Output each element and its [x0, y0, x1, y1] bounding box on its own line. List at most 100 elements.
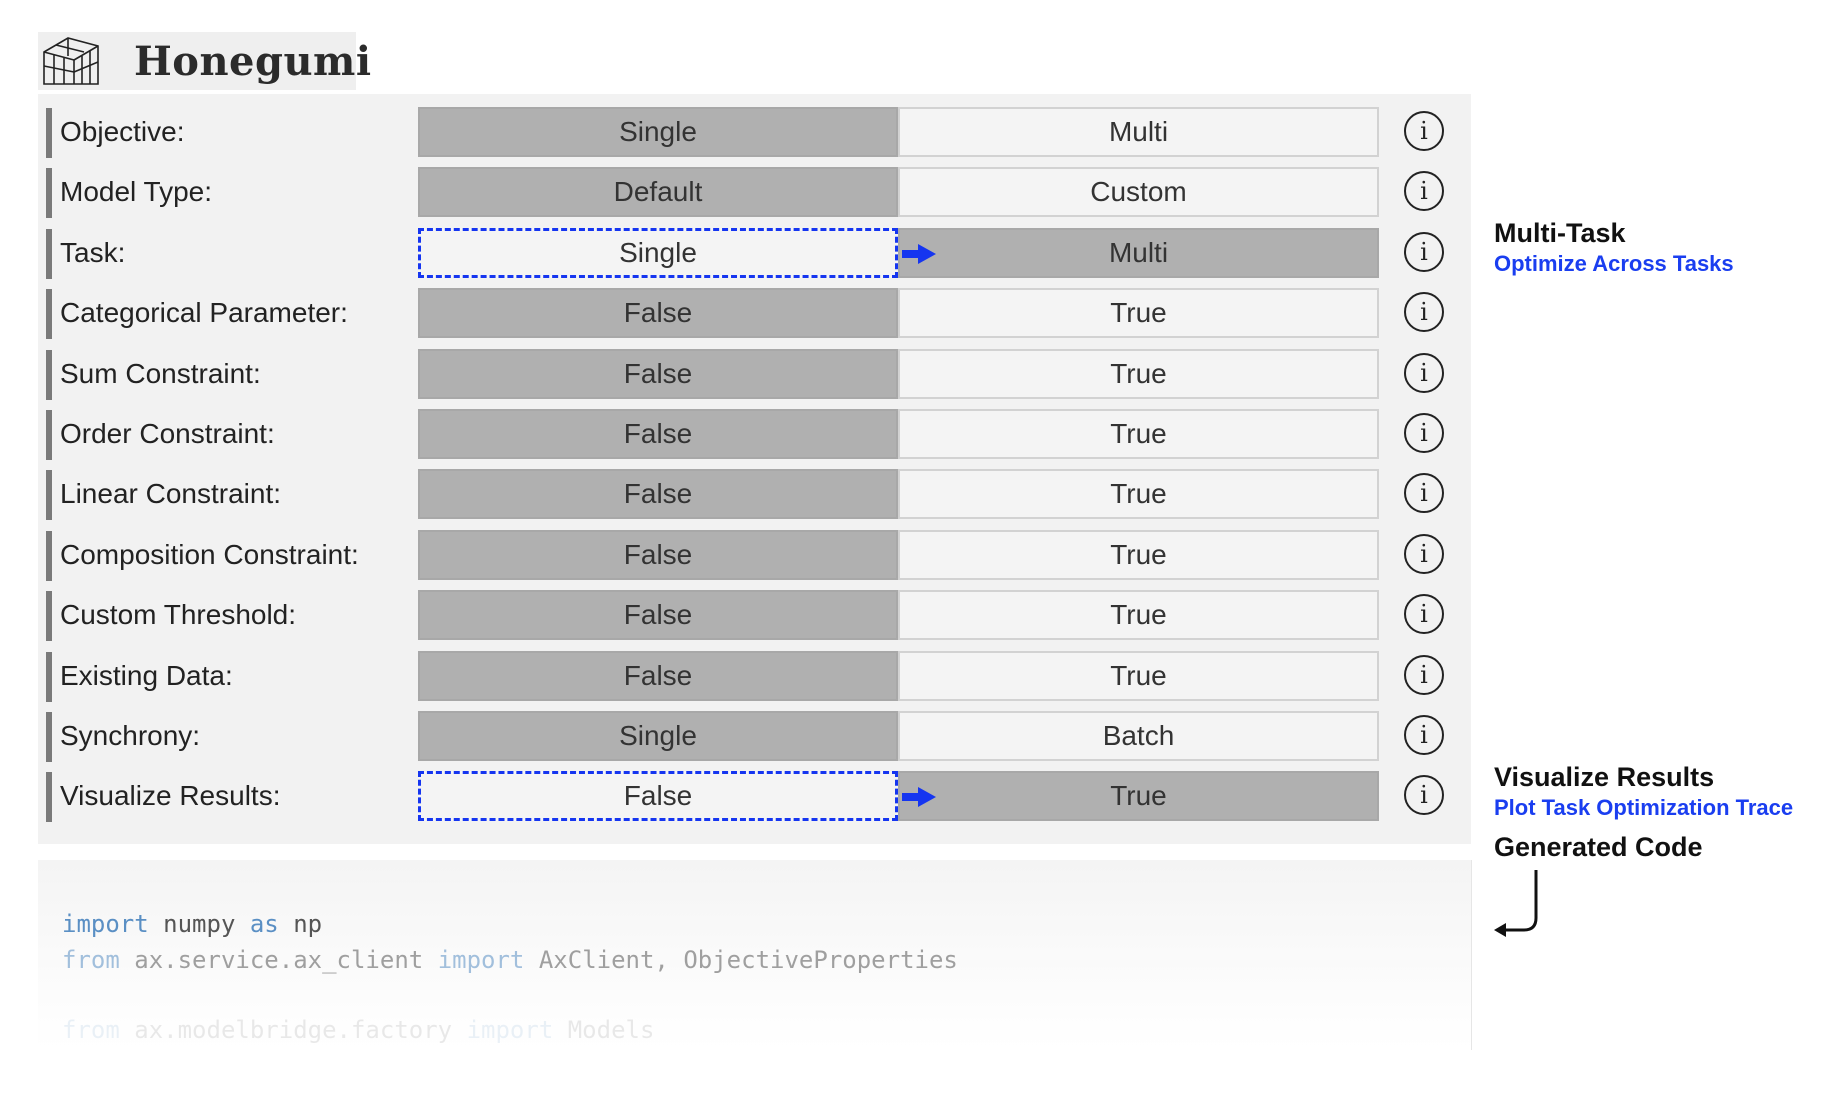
option-label: Task: — [60, 236, 126, 268]
option-label: Objective: — [60, 116, 185, 147]
annotation-multitask: Multi-Task Optimize Across Tasks — [1494, 218, 1734, 277]
info-icon[interactable]: i — [1404, 111, 1444, 151]
app-title: Honegumi — [134, 37, 372, 85]
option-button-second[interactable]: True — [898, 590, 1379, 641]
code-keyword: import — [62, 910, 149, 938]
code-text: AxClient, ObjectiveProperties — [524, 946, 958, 974]
row-accent-bar — [46, 228, 52, 279]
option-row: Composition Constraint: False True i — [38, 525, 1471, 581]
info-icon[interactable]: i — [1404, 594, 1444, 635]
option-row: Categorical Parameter: False True i — [38, 283, 1471, 340]
app-header: Honegumi — [38, 32, 371, 90]
option-row: Sum Constraint: False True i — [38, 344, 1471, 400]
option-label: Visualize Results: — [60, 780, 281, 812]
option-row: Existing Data: False True i — [38, 646, 1471, 702]
row-accent-bar — [46, 168, 52, 219]
option-button-second[interactable]: Custom — [898, 167, 1379, 218]
option-row: Order Constraint: False True i — [38, 404, 1471, 460]
row-accent-bar — [46, 651, 52, 702]
option-button-second[interactable]: True — [898, 771, 1379, 822]
option-row: Visualize Results: False True i — [38, 766, 1471, 823]
row-accent-bar — [46, 349, 52, 400]
info-icon[interactable]: i — [1404, 292, 1444, 333]
code-keyword: from — [62, 946, 120, 974]
code-text: Models — [553, 1016, 655, 1044]
code-line-2: from ax.service.ax_client import AxClien… — [62, 946, 958, 974]
option-button-second[interactable]: True — [898, 409, 1379, 459]
info-icon[interactable]: i — [1404, 654, 1444, 695]
option-button-first[interactable]: Default — [418, 167, 898, 218]
code-line-3: from ax.modelbridge.factory import Model… — [62, 1016, 654, 1044]
option-button-second[interactable]: True — [898, 650, 1379, 701]
option-row: Custom Threshold: False True i — [38, 585, 1471, 642]
code-text: ax.modelbridge.factory — [119, 1016, 467, 1044]
option-button-first[interactable]: False — [418, 409, 898, 459]
row-accent-bar — [46, 410, 52, 460]
option-label: Categorical Parameter: — [60, 297, 348, 329]
info-icon[interactable]: i — [1404, 775, 1444, 816]
option-button-second[interactable]: Batch — [898, 711, 1379, 761]
option-label: Sum Constraint: — [60, 357, 261, 389]
annotation-visualize: Visualize Results Plot Task Optimization… — [1494, 762, 1793, 821]
arrow-right-icon — [902, 787, 936, 808]
code-text: np — [278, 910, 323, 938]
row-accent-bar — [46, 772, 52, 823]
option-button-second[interactable]: True — [898, 469, 1379, 520]
option-button-second[interactable]: Multi — [898, 227, 1379, 278]
row-accent-bar — [46, 108, 52, 158]
annotation-subtitle: Plot Task Optimization Trace — [1494, 795, 1794, 820]
option-row: Task: Single Multi i — [38, 223, 1471, 279]
annotation-title: Visualize Results — [1494, 762, 1715, 792]
annotation-title: Multi-Task — [1494, 218, 1626, 248]
option-label: Existing Data: — [60, 659, 233, 691]
option-button-second[interactable]: True — [898, 348, 1379, 399]
option-label: Order Constraint: — [60, 418, 275, 449]
option-button-second[interactable]: True — [898, 529, 1379, 580]
option-button-first[interactable]: False — [418, 348, 898, 399]
option-row: Model Type: Default Custom i — [38, 162, 1471, 219]
info-icon[interactable]: i — [1404, 352, 1444, 393]
code-keyword: import — [466, 1016, 554, 1044]
option-button-first[interactable]: Single — [418, 107, 898, 157]
info-icon[interactable]: i — [1404, 715, 1444, 755]
code-text: ax.service.ax_client — [119, 946, 438, 974]
info-icon[interactable]: i — [1404, 473, 1444, 514]
code-keyword: as — [249, 910, 279, 938]
option-button-first[interactable]: False — [418, 529, 898, 580]
option-label: Model Type: — [60, 176, 213, 208]
info-icon[interactable]: i — [1404, 413, 1444, 453]
row-accent-bar — [46, 591, 52, 642]
code-preview: import numpy as np from ax.service.ax_cl… — [38, 860, 1472, 1050]
info-icon[interactable]: i — [1404, 533, 1444, 574]
option-label: Custom Threshold: — [60, 599, 297, 631]
option-button-first[interactable]: Single — [418, 227, 898, 278]
options-panel: Objective: Single Multi i Model Type: Default… — [38, 94, 1471, 844]
option-label: Composition Constraint: — [60, 538, 359, 570]
option-button-second[interactable]: Multi — [898, 107, 1379, 157]
annotation-generated-code: Generated Code — [1494, 832, 1703, 863]
option-button-second[interactable]: True — [898, 288, 1379, 339]
option-button-first[interactable]: Single — [418, 711, 898, 761]
row-accent-bar — [46, 712, 52, 762]
code-keyword: from — [62, 1016, 120, 1044]
option-button-first[interactable]: False — [418, 469, 898, 520]
code-line-1: import numpy as np — [62, 910, 322, 938]
info-icon[interactable]: i — [1404, 171, 1444, 212]
option-row: Synchrony: Single Batch i — [38, 706, 1471, 762]
option-button-first[interactable]: False — [418, 590, 898, 641]
option-button-first[interactable]: False — [418, 650, 898, 701]
code-keyword: import — [437, 946, 525, 974]
option-button-first[interactable]: False — [418, 771, 898, 822]
row-accent-bar — [46, 289, 52, 340]
row-accent-bar — [46, 530, 52, 581]
option-row: Objective: Single Multi i — [38, 102, 1471, 158]
annotation-title: Generated Code — [1494, 832, 1703, 862]
annotation-subtitle: Optimize Across Tasks — [1494, 251, 1734, 276]
option-button-first[interactable]: False — [418, 288, 898, 339]
arrow-right-icon — [902, 243, 936, 264]
info-icon[interactable]: i — [1404, 231, 1444, 272]
greenhouse-icon — [38, 32, 104, 90]
option-label: Synchrony: — [60, 720, 201, 751]
code-text: numpy — [148, 910, 250, 938]
option-label: Linear Constraint: — [60, 478, 282, 510]
